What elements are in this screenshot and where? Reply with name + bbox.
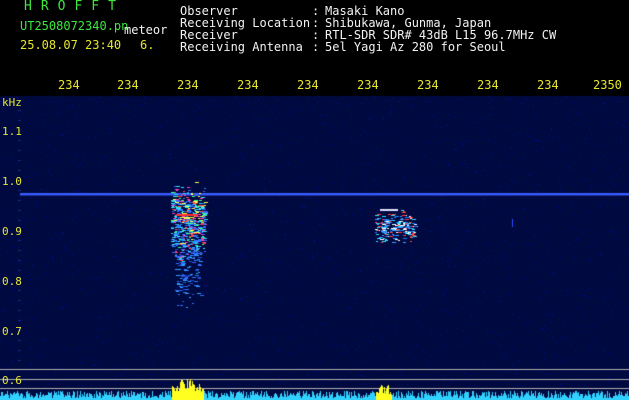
app-brand: HROFFT	[24, 0, 125, 14]
spectrogram-canvas	[0, 0, 629, 400]
freq-tick: 0.7	[2, 325, 22, 338]
freq-tick: 0.8	[2, 275, 22, 288]
freq-tick: 1.1	[2, 125, 22, 138]
event-type-label: meteor	[124, 23, 168, 37]
freq-unit-label: kHz	[2, 96, 22, 109]
antenna-label: Receiving Antenna	[180, 40, 303, 54]
time-tick: 234	[177, 78, 199, 92]
freq-tick: 0.6	[2, 374, 22, 387]
colon: :	[312, 40, 320, 54]
time-tick: 234	[357, 78, 379, 92]
time-tick: 234	[537, 78, 559, 92]
datetime-label: 25.08.07 23:40	[20, 38, 122, 52]
time-tick: 234	[58, 78, 80, 92]
time-tick: 234	[117, 78, 139, 92]
time-tick: 2350	[593, 78, 622, 92]
filename-label: UT2508072340.pn	[20, 19, 129, 33]
count-label: 6.	[140, 38, 155, 52]
antenna-value: 5el Yagi Az 280 for Seoul	[325, 40, 506, 54]
freq-tick: 1.0	[2, 175, 22, 188]
time-tick: 234	[417, 78, 439, 92]
freq-tick: 0.9	[2, 225, 22, 238]
time-tick: 234	[237, 78, 259, 92]
time-tick: 234	[477, 78, 499, 92]
time-tick: 234	[297, 78, 319, 92]
